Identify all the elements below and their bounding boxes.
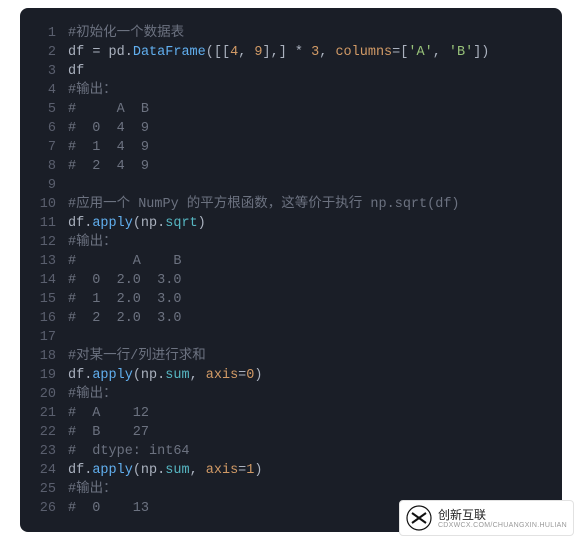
line-number: 17 bbox=[34, 328, 56, 347]
code-content: # 0 4 9 bbox=[68, 119, 149, 138]
code-content: #输出： bbox=[68, 385, 117, 404]
code-content: # 2 4 9 bbox=[68, 157, 149, 176]
code-line: 13 # A B bbox=[34, 252, 548, 271]
line-number: 18 bbox=[34, 347, 56, 366]
code-line: 14 # 0 2.0 3.0 bbox=[34, 271, 548, 290]
code-line: 18 #对某一行/列进行求和 bbox=[34, 347, 548, 366]
line-number: 21 bbox=[34, 404, 56, 423]
code-content: df.apply(np.sqrt) bbox=[68, 214, 206, 233]
line-number: 2 bbox=[34, 43, 56, 62]
line-number: 9 bbox=[34, 176, 56, 195]
code-content: # 0 13 bbox=[68, 499, 149, 518]
line-number: 8 bbox=[34, 157, 56, 176]
line-number: 19 bbox=[34, 366, 56, 385]
line-number: 3 bbox=[34, 62, 56, 81]
code-line: 22 # B 27 bbox=[34, 423, 548, 442]
line-number: 1 bbox=[34, 24, 56, 43]
code-line: 25 #输出： bbox=[34, 480, 548, 499]
code-line: 6 # 0 4 9 bbox=[34, 119, 548, 138]
code-content: #对某一行/列进行求和 bbox=[68, 347, 206, 366]
code-content: #输出： bbox=[68, 233, 117, 252]
code-line: 3 df bbox=[34, 62, 548, 81]
line-number: 15 bbox=[34, 290, 56, 309]
code-content: # A 12 bbox=[68, 404, 149, 423]
line-number: 23 bbox=[34, 442, 56, 461]
line-number: 22 bbox=[34, 423, 56, 442]
code-content: # A B bbox=[68, 100, 149, 119]
code-content: # 2 2.0 3.0 bbox=[68, 309, 181, 328]
code-content: # 1 4 9 bbox=[68, 138, 149, 157]
code-content: #输出： bbox=[68, 81, 117, 100]
code-line: 23 # dtype: int64 bbox=[34, 442, 548, 461]
code-block: 1 #初始化一个数据表 2 df = pd.DataFrame([[4, 9],] *… bbox=[20, 8, 562, 532]
line-number: 24 bbox=[34, 461, 56, 480]
code-content: # 0 2.0 3.0 bbox=[68, 271, 181, 290]
line-number: 13 bbox=[34, 252, 56, 271]
code-content: #初始化一个数据表 bbox=[68, 24, 184, 43]
code-content: #应用一个 NumPy 的平方根函数，这等价于执行 np.sqrt(df) bbox=[68, 195, 460, 214]
watermark-text: 创新互联 CDXWCX.COM/CHUANGXIN.HULIAN bbox=[438, 508, 567, 529]
line-number: 7 bbox=[34, 138, 56, 157]
code-line: 17 bbox=[34, 328, 548, 347]
line-number: 5 bbox=[34, 100, 56, 119]
line-number: 20 bbox=[34, 385, 56, 404]
code-line: 10 #应用一个 NumPy 的平方根函数，这等价于执行 np.sqrt(df) bbox=[34, 195, 548, 214]
code-line: 12 #输出： bbox=[34, 233, 548, 252]
code-content: df = pd.DataFrame([[4, 9],] * 3, columns… bbox=[68, 43, 489, 62]
line-number: 26 bbox=[34, 499, 56, 518]
code-line: 24 df.apply(np.sum, axis=1) bbox=[34, 461, 548, 480]
code-content: df.apply(np.sum, axis=0) bbox=[68, 366, 263, 385]
code-line: 21 # A 12 bbox=[34, 404, 548, 423]
watermark-brand: 创新互联 bbox=[438, 508, 567, 522]
code-line: 16 # 2 2.0 3.0 bbox=[34, 309, 548, 328]
line-number: 12 bbox=[34, 233, 56, 252]
code-line: 15 # 1 2.0 3.0 bbox=[34, 290, 548, 309]
code-content: # dtype: int64 bbox=[68, 442, 190, 461]
code-line: 5 # A B bbox=[34, 100, 548, 119]
line-number: 16 bbox=[34, 309, 56, 328]
code-line: 8 # 2 4 9 bbox=[34, 157, 548, 176]
code-line: 9 bbox=[34, 176, 548, 195]
watermark-logo-icon bbox=[406, 505, 432, 531]
watermark-sub: CDXWCX.COM/CHUANGXIN.HULIAN bbox=[438, 522, 567, 529]
code-content: df.apply(np.sum, axis=1) bbox=[68, 461, 263, 480]
line-number: 25 bbox=[34, 480, 56, 499]
code-line: 1 #初始化一个数据表 bbox=[34, 24, 548, 43]
watermark-badge: 创新互联 CDXWCX.COM/CHUANGXIN.HULIAN bbox=[399, 500, 574, 536]
line-number: 6 bbox=[34, 119, 56, 138]
code-content: # B 27 bbox=[68, 423, 149, 442]
code-line: 4 #输出： bbox=[34, 81, 548, 100]
code-line: 2 df = pd.DataFrame([[4, 9],] * 3, column… bbox=[34, 43, 548, 62]
code-line: 19 df.apply(np.sum, axis=0) bbox=[34, 366, 548, 385]
code-content: #输出： bbox=[68, 480, 117, 499]
line-number: 4 bbox=[34, 81, 56, 100]
code-line: 7 # 1 4 9 bbox=[34, 138, 548, 157]
line-number: 14 bbox=[34, 271, 56, 290]
code-content: # 1 2.0 3.0 bbox=[68, 290, 181, 309]
code-line: 11 df.apply(np.sqrt) bbox=[34, 214, 548, 233]
code-content: # A B bbox=[68, 252, 181, 271]
code-content: df bbox=[68, 62, 84, 81]
line-number: 10 bbox=[34, 195, 56, 214]
code-line: 20 #输出： bbox=[34, 385, 548, 404]
line-number: 11 bbox=[34, 214, 56, 233]
